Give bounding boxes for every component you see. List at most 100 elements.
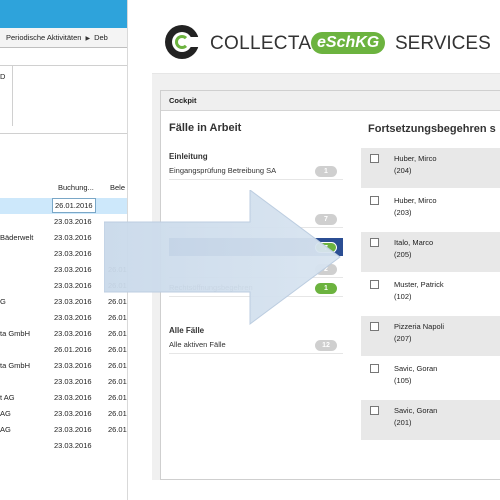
filter-panel: D: [0, 66, 127, 134]
cockpit-panel: Cockpit Fälle in Arbeit Einleitung Einga…: [160, 90, 500, 480]
cell-buchung-date: 23.03.2016: [54, 281, 92, 290]
cell-buchung-date: 26.01.2016: [54, 345, 92, 354]
case-debtor-name: Pizzeria Napoli: [394, 322, 445, 331]
case-checkbox[interactable]: [370, 238, 379, 247]
cell-name: t AG: [0, 393, 15, 402]
cell-beleg-date: 26.01: [108, 281, 127, 290]
table-row[interactable]: 23.03.2016 26.01: [0, 278, 127, 294]
table-row[interactable]: 23.03.2016 26.01: [0, 310, 127, 326]
cell-beleg-date: 26.01: [108, 329, 127, 338]
case-item[interactable]: Muster, Patrick (102): [361, 274, 500, 314]
brand-pill: eSchKG: [311, 32, 386, 54]
cell-buchung-date: 23.03.2016: [54, 441, 92, 450]
brand-name: COLLECTA: [210, 33, 312, 54]
case-item[interactable]: Savic, Goran (201): [361, 400, 500, 440]
count-badge: 7: [315, 242, 337, 253]
nav-item[interactable]: 7: [169, 238, 343, 256]
case-debtor-name: Huber, Mirco: [394, 154, 437, 163]
case-checkbox[interactable]: [370, 364, 379, 373]
table-row[interactable]: ta GmbH 23.03.2016 26.01: [0, 358, 127, 374]
table-row[interactable]: Bäderwelt 23.03.2016: [0, 230, 127, 246]
panel-title: Cockpit: [161, 91, 500, 111]
count-badge: 1: [315, 166, 337, 177]
case-debtor-name: Huber, Mirco: [394, 196, 437, 205]
case-number: (207): [394, 334, 412, 343]
table-row[interactable]: ta GmbH 23.03.2016 26.01: [0, 326, 127, 342]
case-debtor-name: Savic, Goran: [394, 364, 438, 373]
table-row[interactable]: 23.03.2016: [0, 214, 127, 230]
app-body: Cockpit Fälle in Arbeit Einleitung Einga…: [152, 74, 500, 480]
nav-item[interactable]: Rechtsöffnungsbegehren 1: [169, 279, 343, 297]
case-item[interactable]: Huber, Mirco (204): [361, 148, 500, 188]
table-row[interactable]: 23.03.2016 26.01: [0, 262, 127, 278]
nav-item[interactable]: Eingangsprüfung Betreibung SA 1: [169, 162, 343, 180]
cell-name: ta GmbH: [0, 329, 31, 338]
case-item[interactable]: Savic, Goran (105): [361, 358, 500, 398]
case-debtor-name: Muster, Patrick: [394, 280, 444, 289]
cell-buchung-date: 23.03.2016: [54, 297, 92, 306]
collecta-window: COLLECTA eSchKG SERVICES Cockpit Fälle i…: [152, 0, 500, 480]
case-number: (102): [394, 292, 412, 301]
case-checkbox[interactable]: [370, 322, 379, 331]
table-row[interactable]: 26.01.2016: [0, 198, 127, 214]
count-badge: 12: [315, 340, 337, 351]
cases-in-progress-column: Fälle in Arbeit Einleitung Eingangsprüfu…: [161, 112, 343, 480]
case-checkbox[interactable]: [370, 280, 379, 289]
cases-heading: Fortsetzungsbegehren s: [368, 123, 496, 135]
nav-item-all-active[interactable]: Alle aktiven Fälle 12: [169, 336, 343, 354]
case-item[interactable]: Pizzeria Napoli (207): [361, 316, 500, 356]
cell-buchung-date: 23.03.2016: [54, 265, 92, 274]
cell-buchung-date: 23.03.2016: [54, 249, 92, 258]
case-number: (201): [394, 418, 412, 427]
table-row[interactable]: 23.03.2016: [0, 438, 127, 454]
column-header-buchung[interactable]: Buchung...: [58, 183, 94, 192]
cell-buchung-date: 23.03.2016: [54, 313, 92, 322]
cases-column: Fortsetzungsbegehren s Huber, Mirco (204)…: [351, 112, 500, 480]
cell-buchung-date: 23.03.2016: [54, 377, 92, 386]
cell-name: AG: [0, 409, 11, 418]
cell-buchung-date: 23.03.2016: [54, 393, 92, 402]
count-badge: 1: [315, 283, 337, 294]
cell-beleg-date: 26.01: [108, 425, 127, 434]
cell-beleg-date: 26.01: [108, 297, 127, 306]
table-row[interactable]: 23.03.2016: [0, 246, 127, 262]
breadcrumb-item[interactable]: Deb: [94, 33, 108, 42]
cell-beleg-date: 26.01: [108, 313, 127, 322]
column-header-beleg[interactable]: Bele: [110, 183, 125, 192]
table-row[interactable]: t AG 23.03.2016 26.01: [0, 390, 127, 406]
table-row[interactable]: 23.03.2016 26.01: [0, 374, 127, 390]
nav-item[interactable]: 7: [169, 210, 343, 228]
background-accounting-window: Periodische Aktivitäten ▶ Deb D Buchung...…: [0, 0, 128, 500]
table-row[interactable]: AG 23.03.2016 26.01: [0, 422, 127, 438]
breadcrumb: Periodische Aktivitäten ▶ Deb: [0, 28, 127, 48]
toolbar: [0, 48, 127, 66]
count-badge: 2: [315, 264, 337, 275]
case-item[interactable]: Italo, Marco (205): [361, 232, 500, 272]
case-checkbox[interactable]: [370, 196, 379, 205]
cell-beleg-date: 26.01: [108, 345, 127, 354]
case-item[interactable]: Huber, Mirco (203): [361, 190, 500, 230]
cell-buchung-date: 23.03.2016: [54, 329, 92, 338]
case-debtor-name: Italo, Marco: [394, 238, 434, 247]
case-debtor-name: Savic, Goran: [394, 406, 438, 415]
case-checkbox[interactable]: [370, 406, 379, 415]
breadcrumb-item[interactable]: Periodische Aktivitäten: [6, 33, 81, 42]
table-row[interactable]: 26.01.2016 26.01: [0, 342, 127, 358]
cell-buchung-date: 23.03.2016: [54, 425, 92, 434]
group-label-alle-faelle: Alle Fälle: [169, 326, 205, 335]
table-row[interactable]: G 23.03.2016 26.01: [0, 294, 127, 310]
cell-beleg-date: 26.01: [108, 377, 127, 386]
cell-beleg-date: 26.01: [108, 361, 127, 370]
cell-name: AG: [0, 425, 11, 434]
cell-buchung-date: 23.03.2016: [54, 409, 92, 418]
nav-item[interactable]: 2: [169, 260, 343, 278]
table-header: Buchung... Bele: [0, 172, 127, 198]
cell-buchung-date: 23.03.2016: [54, 233, 92, 242]
nav-item-label: Rechtsöffnungsbegehren: [169, 283, 253, 292]
collecta-logo-icon: [165, 25, 200, 59]
nav-item-label: Eingangsprüfung Betreibung SA: [169, 166, 277, 175]
cell-beleg-date: 26.01: [108, 393, 127, 402]
cell-buchung-date: 26.01.2016: [52, 198, 96, 213]
case-checkbox[interactable]: [370, 154, 379, 163]
table-row[interactable]: AG 23.03.2016 26.01: [0, 406, 127, 422]
